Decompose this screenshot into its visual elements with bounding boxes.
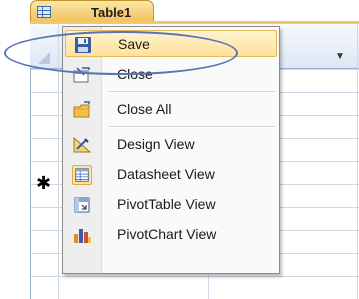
select-all-corner[interactable] — [38, 52, 50, 64]
menu-item-label: Design View — [117, 136, 195, 152]
menu-item-datasheet-view[interactable]: Datasheet View — [65, 161, 277, 188]
menu-item-design-view[interactable]: Design View — [65, 131, 277, 158]
menu-item-pivotchart-view[interactable]: PivotChart View — [65, 221, 277, 248]
menu-item-label: Save — [118, 36, 150, 52]
pivotchart-view-icon — [72, 225, 92, 245]
tab-strip — [30, 21, 359, 24]
menu-item-close-all[interactable]: Close All — [65, 96, 277, 123]
close-icon — [72, 65, 92, 85]
menu-item-pivottable-view[interactable]: PivotTable View — [65, 191, 277, 218]
record-selector-divider — [58, 24, 59, 299]
design-view-icon — [72, 135, 92, 155]
document-tab-label: Table1 — [91, 5, 132, 20]
table-icon — [37, 6, 51, 18]
close-all-icon — [72, 100, 92, 120]
tab-context-menu: Save Close Close All Design View Datashe… — [62, 26, 280, 274]
menu-item-save[interactable]: Save — [65, 30, 277, 57]
datasheet-view-icon — [72, 165, 92, 185]
save-icon — [73, 35, 93, 55]
menu-separator — [109, 91, 275, 92]
menu-item-label: PivotTable View — [117, 196, 216, 212]
menu-item-label: PivotChart View — [117, 226, 217, 242]
column-divider — [357, 24, 358, 299]
column-dropdown-icon[interactable]: ▼ — [334, 52, 346, 62]
pivottable-view-icon — [72, 195, 92, 215]
menu-item-label: Close All — [117, 101, 172, 117]
menu-item-label: Datasheet View — [117, 166, 215, 182]
menu-item-close[interactable]: Close — [65, 61, 277, 88]
menu-item-label: Close — [117, 66, 153, 82]
document-tab-table1[interactable]: Table1 — [30, 0, 154, 22]
menu-separator — [109, 126, 275, 127]
new-record-marker: ✱ — [36, 173, 52, 193]
